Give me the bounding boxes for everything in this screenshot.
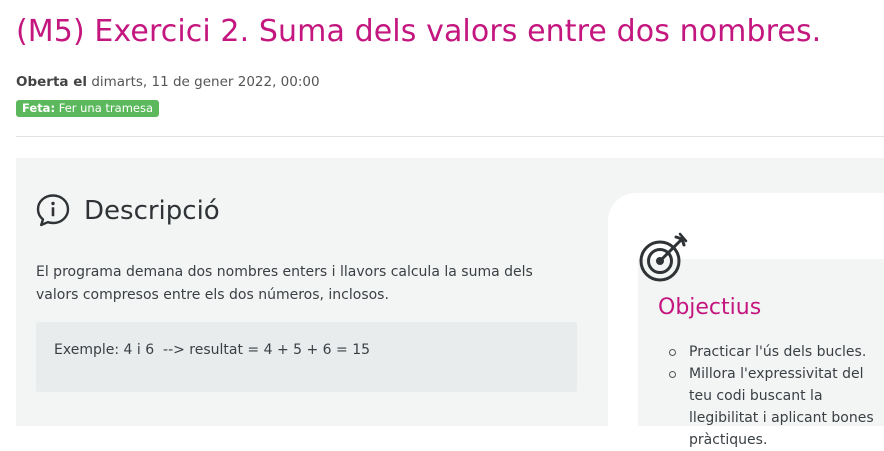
info-icon [36,194,70,227]
activity-dates: Oberta el dimarts, 11 de gener 2022, 00:… [16,74,320,90]
dates-value: dimarts, 11 de gener 2022, 00:00 [91,74,320,90]
objectives-list: Practicar l'ús dels bucles. Millora l'ex… [668,341,878,451]
page-title: (M5) Exercici 2. Suma dels valors entre … [16,14,822,49]
objectives-panel: Objectius Practicar l'ús dels bucles. Mi… [638,259,884,448]
dates-label: Oberta el [16,74,88,90]
description-text: El programa demana dos nombres enters i … [36,264,533,303]
completion-value: Fer una tramesa [58,101,154,115]
target-icon [639,232,688,282]
description-heading: Descripció [84,196,220,226]
completion-label: Feta: [22,101,56,115]
objectives-card: Objectius Practicar l'ús dels bucles. Mi… [608,193,884,448]
header-divider [16,136,884,137]
objective-item: Practicar l'ús dels bucles. [668,341,878,363]
example-box: Exemple: 4 i 6 --> resultat = 4 + 5 + 6 … [36,322,577,392]
example-text: Exemple: 4 i 6 --> resultat = 4 + 5 + 6 … [54,342,371,358]
activity-description-area: Descripció El programa demana dos nombre… [16,158,884,448]
objective-item: Millora l'expressivitat del teu codi bus… [668,363,878,451]
completion-badge: Feta: Fer una tramesa [16,100,160,117]
objectives-heading: Objectius [658,295,762,320]
